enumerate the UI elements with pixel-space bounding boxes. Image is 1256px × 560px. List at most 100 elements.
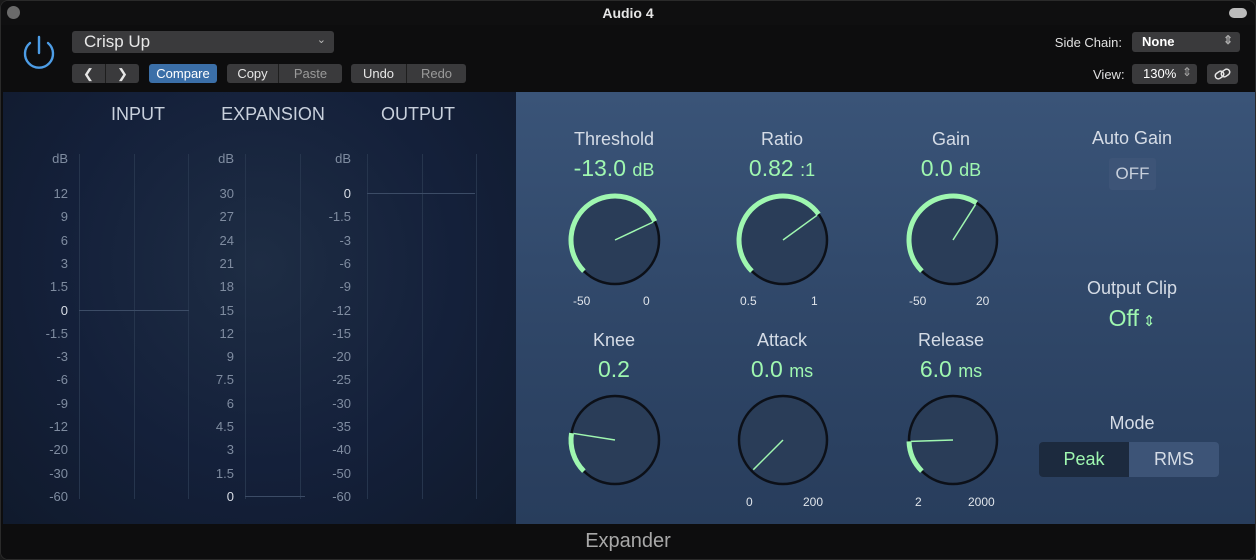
input-scale-tick: -9	[56, 395, 68, 411]
input-scale-tick: 1.5	[49, 279, 68, 295]
redo-button[interactable]: Redo	[407, 64, 466, 83]
expansion-scale-tick: 24	[219, 232, 234, 248]
output-clip-select[interactable]: Off ⇕	[1061, 305, 1203, 332]
threshold-value[interactable]: -13.0 dB	[534, 155, 694, 182]
output-clip-value: Off	[1108, 305, 1139, 331]
up-down-chevron-icon: ⇕	[1142, 313, 1156, 330]
previous-preset-button[interactable]: ❮	[72, 64, 105, 83]
threshold-max-label: 0	[643, 294, 650, 308]
expansion-scale-tick: 15	[219, 302, 234, 318]
attack-max-label: 200	[803, 495, 824, 509]
release-max-label: 2000	[968, 495, 995, 509]
input-scale-tick: -12	[49, 419, 68, 434]
gain-label: Gain	[931, 129, 971, 149]
expansion-scale-tick: 4.5	[215, 419, 234, 434]
plugin-window: Audio 4 Crisp Up ⌄ ❮ ❯ Compare Copy Past…	[0, 0, 1256, 560]
attack-knob[interactable]	[728, 385, 838, 495]
threshold-min-label: -50	[573, 294, 591, 308]
expansion-scale-tick: 12	[219, 325, 234, 341]
expansion-scale-tick: 18	[219, 279, 234, 295]
preset-name: Crisp Up	[84, 32, 151, 51]
view-zoom-value: 130%	[1143, 66, 1177, 81]
input-meter	[79, 154, 189, 499]
expansion-meter-title: EXPANSION	[221, 104, 325, 124]
expansion-scale-tick: 27	[219, 209, 234, 225]
expansion-scale-tick: 0	[226, 488, 234, 504]
expansion-scale-tick: 9	[226, 349, 234, 365]
expansion-scale-tick: 6	[226, 395, 234, 411]
preset-menu[interactable]: Crisp Up ⌄	[72, 31, 334, 53]
gain-max-label: 20	[976, 294, 990, 308]
attack-min-label: 0	[746, 495, 753, 509]
toolbar-toggle-button[interactable]	[1229, 8, 1247, 18]
footer-bar: Expander	[1, 524, 1255, 559]
auto-gain-label: Auto Gain	[1091, 128, 1173, 148]
output-meter-title: OUTPUT	[381, 104, 455, 124]
title-bar: Audio 4	[1, 1, 1255, 25]
side-chain-select[interactable]: None ⇕	[1132, 32, 1240, 52]
expansion-scale-tick: 21	[219, 255, 234, 271]
ratio-value[interactable]: 0.82 :1	[702, 155, 862, 182]
knee-label: Knee	[592, 330, 636, 350]
copy-button[interactable]: Copy	[227, 64, 278, 83]
up-down-chevron-icon: ⇕	[1222, 33, 1233, 47]
gain-knob[interactable]	[898, 185, 1008, 295]
release-label: Release	[917, 330, 985, 350]
expansion-scale-tick: 7.5	[215, 372, 234, 388]
input-meter-title: INPUT	[111, 104, 165, 124]
mode-peak-button[interactable]: Peak	[1039, 442, 1129, 477]
release-min-label: 2	[915, 495, 922, 509]
chevron-left-icon: ❮	[83, 66, 94, 81]
meter-panel: INPUT EXPANSION OUTPUT dB 12 9 6 3 1.5 0 -1.5 -3…	[3, 92, 516, 524]
chevron-down-icon: ⌄	[316, 34, 326, 46]
input-scale-tick: 6	[60, 232, 68, 248]
mode-label: Mode	[1109, 413, 1155, 433]
expansion-scale-unit: dB	[218, 151, 234, 166]
mode-rms-button[interactable]: RMS	[1129, 442, 1219, 477]
ratio-max-label: 1	[811, 294, 818, 308]
input-scale-tick: -6	[56, 372, 68, 388]
attack-label: Attack	[756, 330, 808, 350]
compare-button[interactable]: Compare	[149, 64, 217, 83]
input-scale-tick: -3	[56, 349, 68, 365]
undo-button[interactable]: Undo	[351, 64, 406, 83]
input-scale-tick: 0	[60, 302, 68, 318]
input-scale-unit: dB	[52, 151, 68, 166]
output-clip-label: Output Clip	[1086, 278, 1178, 298]
plugin-name: Expander	[585, 530, 671, 552]
side-chain-label: Side Chain:	[1054, 35, 1122, 50]
input-scale-tick: 12	[53, 186, 68, 201]
threshold-knob[interactable]	[560, 185, 670, 295]
auto-gain-button[interactable]: OFF	[1109, 158, 1156, 190]
mode-segmented-control: Peak RMS	[1039, 442, 1219, 477]
view-zoom-select[interactable]: 130% ⇕	[1132, 64, 1197, 84]
input-scale-tick: -30	[49, 465, 68, 481]
ratio-min-label: 0.5	[740, 294, 757, 308]
side-chain-value: None	[1142, 34, 1175, 49]
input-scale-tick: 9	[60, 209, 68, 225]
threshold-label: Threshold	[573, 129, 655, 149]
paste-button[interactable]: Paste	[279, 64, 342, 83]
input-scale-tick: -20	[49, 442, 68, 458]
link-button[interactable]	[1207, 64, 1238, 84]
attack-value[interactable]: 0.0 ms	[702, 356, 862, 383]
view-label: View:	[1093, 67, 1125, 82]
expansion-meter	[245, 154, 355, 499]
next-preset-button[interactable]: ❯	[106, 64, 139, 83]
knee-knob[interactable]	[560, 385, 670, 495]
input-scale-tick: -60	[49, 488, 68, 504]
ratio-label: Ratio	[760, 129, 804, 149]
ratio-knob[interactable]	[728, 185, 838, 295]
expansion-scale-tick: 30	[219, 186, 234, 201]
power-icon[interactable]	[19, 33, 59, 73]
knee-value[interactable]: 0.2	[534, 356, 694, 383]
release-value[interactable]: 6.0 ms	[871, 356, 1031, 383]
expansion-scale-tick: 3	[226, 442, 234, 458]
up-down-chevron-icon: ⇕	[1181, 65, 1192, 79]
gain-value[interactable]: 0.0 dB	[871, 155, 1031, 182]
input-scale-tick: -1.5	[45, 325, 68, 341]
release-knob[interactable]	[898, 385, 1008, 495]
input-scale-tick: 3	[60, 255, 68, 271]
gain-min-label: -50	[909, 294, 927, 308]
expansion-scale-tick: 1.5	[215, 465, 234, 481]
